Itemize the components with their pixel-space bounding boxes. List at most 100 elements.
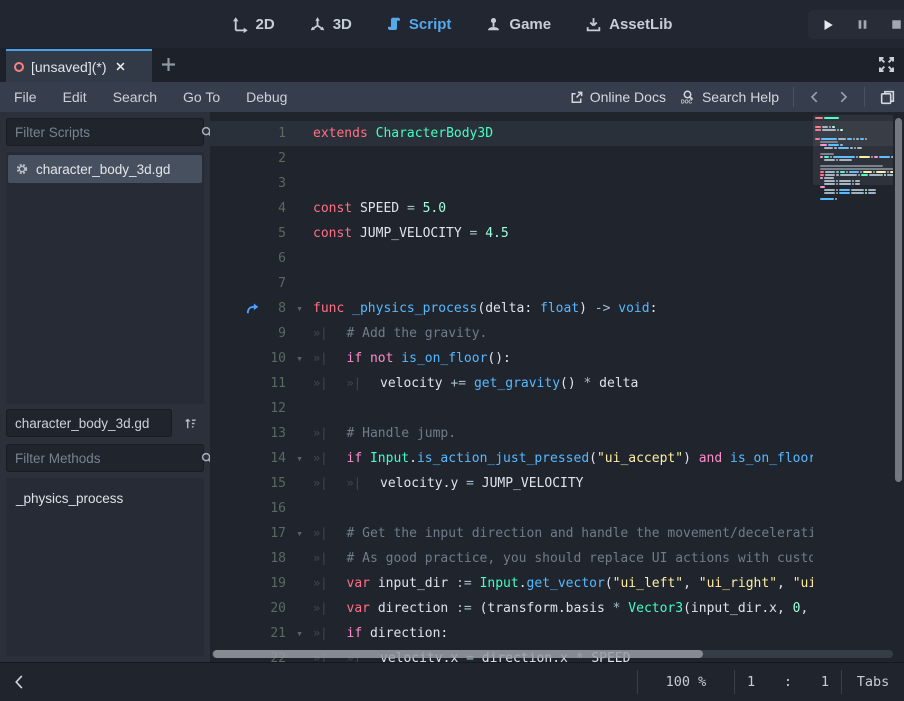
menu-debug[interactable]: Debug	[246, 89, 287, 105]
statusbar-right: 100 % 1 : 1 Tabs	[637, 663, 904, 701]
indent-type-value: Tabs	[857, 674, 890, 690]
code-text[interactable]: »|# As good practice, you should replace…	[313, 551, 813, 566]
close-icon[interactable]	[115, 61, 126, 72]
horizontal-scrollbar[interactable]	[212, 650, 893, 658]
code-text[interactable]: func _physics_process(delta: float) -> v…	[313, 301, 813, 316]
script-filename: character_body_3d.gd	[15, 416, 149, 431]
line-number[interactable]: 21	[262, 626, 286, 641]
pause-button[interactable]	[856, 18, 869, 31]
line-number[interactable]: 8	[262, 301, 286, 316]
horizontal-scrollbar-grabber[interactable]	[213, 650, 703, 658]
panel-layout-icon[interactable]	[879, 89, 896, 106]
workspace-tab-script[interactable]: Script	[386, 16, 452, 33]
filter-methods-field	[6, 444, 204, 472]
line-number[interactable]: 19	[262, 576, 286, 591]
play-button[interactable]	[821, 18, 835, 32]
menu-edit[interactable]: Edit	[63, 89, 87, 105]
fold-arrow-icon[interactable]: ▾	[286, 452, 313, 465]
tab-indent-marker: »|	[313, 601, 347, 615]
workspace-tab-label: 2D	[256, 16, 275, 33]
script-list-item-selected[interactable]: character_body_3d.gd	[8, 155, 202, 183]
line-number[interactable]: 5	[262, 226, 286, 241]
fold-arrow-icon[interactable]: ▾	[286, 527, 313, 540]
code-text[interactable]: »|»|velocity += get_gravity() * delta	[313, 376, 813, 391]
line-number[interactable]: 2	[262, 151, 286, 166]
line-number[interactable]: 17	[262, 526, 286, 541]
play-controls	[808, 10, 904, 39]
menu-goto[interactable]: Go To	[183, 89, 220, 105]
distraction-free-icon[interactable]	[877, 55, 896, 74]
status-bar: 100 % 1 : 1 Tabs	[0, 662, 904, 701]
vertical-scrollbar-grabber[interactable]	[895, 118, 902, 482]
workspace-tab-2d[interactable]: 2D	[232, 16, 275, 33]
workspace-tab-assetlib[interactable]: AssetLib	[585, 16, 672, 33]
sort-methods-icon[interactable]	[178, 411, 203, 436]
workspace-tab-label: Script	[409, 16, 452, 33]
code-text[interactable]: »|if not is_on_floor():	[313, 351, 813, 366]
code-text[interactable]: »|if Input.is_action_just_pressed("ui_ac…	[313, 451, 813, 466]
line-number[interactable]: 6	[262, 251, 286, 266]
history-forward-icon[interactable]	[836, 90, 850, 104]
tab-indent-marker: »|	[313, 426, 347, 440]
stop-button[interactable]	[890, 18, 903, 31]
line-number[interactable]: 13	[262, 426, 286, 441]
code-text[interactable]: »|var direction := (transform.basis * Ve…	[313, 601, 813, 616]
zoom-value: 100 %	[666, 674, 707, 690]
scene-tab-unsaved[interactable]: [unsaved](*)	[6, 49, 152, 82]
line-number[interactable]: 9	[262, 326, 286, 341]
line-number[interactable]: 14	[262, 451, 286, 466]
menu-search[interactable]: Search	[113, 89, 157, 105]
workspace-tab-game[interactable]: Game	[485, 16, 551, 33]
fold-arrow-icon[interactable]: ▾	[286, 627, 313, 640]
online-docs-button[interactable]: Online Docs	[569, 89, 666, 105]
history-back-icon[interactable]	[808, 90, 822, 104]
line-number[interactable]: 3	[262, 176, 286, 191]
code-line-11: 11 »|»|velocity += get_gravity() * delta	[210, 371, 904, 396]
code-text[interactable]: extends CharacterBody3D	[313, 126, 813, 141]
code-text[interactable]: »|if direction:	[313, 626, 813, 641]
code-line-7: 7	[210, 271, 904, 296]
code-line-19: 19 »|var input_dir := Input.get_vector("u…	[210, 571, 904, 596]
divider	[864, 87, 865, 107]
line-number[interactable]: 7	[262, 276, 286, 291]
line-number[interactable]: 4	[262, 201, 286, 216]
workspace-tab-3d[interactable]: 3D	[309, 16, 352, 33]
minimap-viewport[interactable]	[813, 115, 895, 185]
line-number[interactable]: 20	[262, 601, 286, 616]
minimap-segment	[836, 189, 838, 191]
filter-scripts-input[interactable]	[7, 125, 200, 140]
filter-methods-input[interactable]	[7, 451, 200, 466]
tab-indent-marker: »|	[313, 476, 347, 490]
line-number[interactable]: 1	[262, 126, 286, 141]
override-indicator-icon[interactable]	[210, 301, 262, 316]
code-text[interactable]: »|»|velocity.y = JUMP_VELOCITY	[313, 476, 813, 491]
script-filename-field[interactable]: character_body_3d.gd	[6, 409, 172, 437]
fold-arrow-icon[interactable]: ▾	[286, 302, 313, 315]
line-number[interactable]: 10	[262, 351, 286, 366]
code-text[interactable]: »|# Add the gravity.	[313, 326, 813, 341]
collapse-sidebar-icon[interactable]	[12, 672, 27, 692]
add-scene-tab-button[interactable]	[159, 55, 178, 74]
code-editor[interactable]: 1 extends CharacterBody3D 2 3 4 const SPEED =…	[210, 112, 904, 662]
code-lines: 1 extends CharacterBody3D 2 3 4 const SPEED =…	[210, 121, 904, 662]
line-number[interactable]: 15	[262, 476, 286, 491]
code-text[interactable]: const JUMP_VELOCITY = 4.5	[313, 226, 813, 241]
line-number[interactable]: 18	[262, 551, 286, 566]
menu-file[interactable]: File	[14, 89, 37, 105]
indent-type-button[interactable]: Tabs	[842, 674, 904, 690]
code-text[interactable]: »|var input_dir := Input.get_vector("ui_…	[313, 576, 813, 591]
fold-arrow-icon[interactable]: ▾	[286, 352, 313, 365]
method-list-item[interactable]: _physics_process	[8, 486, 202, 510]
vertical-scrollbar[interactable]	[893, 112, 904, 662]
line-number[interactable]: 11	[262, 376, 286, 391]
line-number[interactable]: 16	[262, 501, 286, 516]
gear-icon	[15, 162, 29, 176]
line-number[interactable]: 12	[262, 401, 286, 416]
workspace-tab-bar: 2D 3D Script Game AssetLib	[0, 0, 904, 48]
code-text[interactable]: »|# Get the input direction and handle t…	[313, 526, 813, 541]
code-text[interactable]: »|# Handle jump.	[313, 426, 813, 441]
search-help-button[interactable]: DOC Search Help	[680, 89, 779, 105]
minimap-segment	[868, 189, 876, 191]
editor-zoom-button[interactable]: 100 %	[638, 674, 734, 690]
code-text[interactable]: const SPEED = 5.0	[313, 201, 813, 216]
